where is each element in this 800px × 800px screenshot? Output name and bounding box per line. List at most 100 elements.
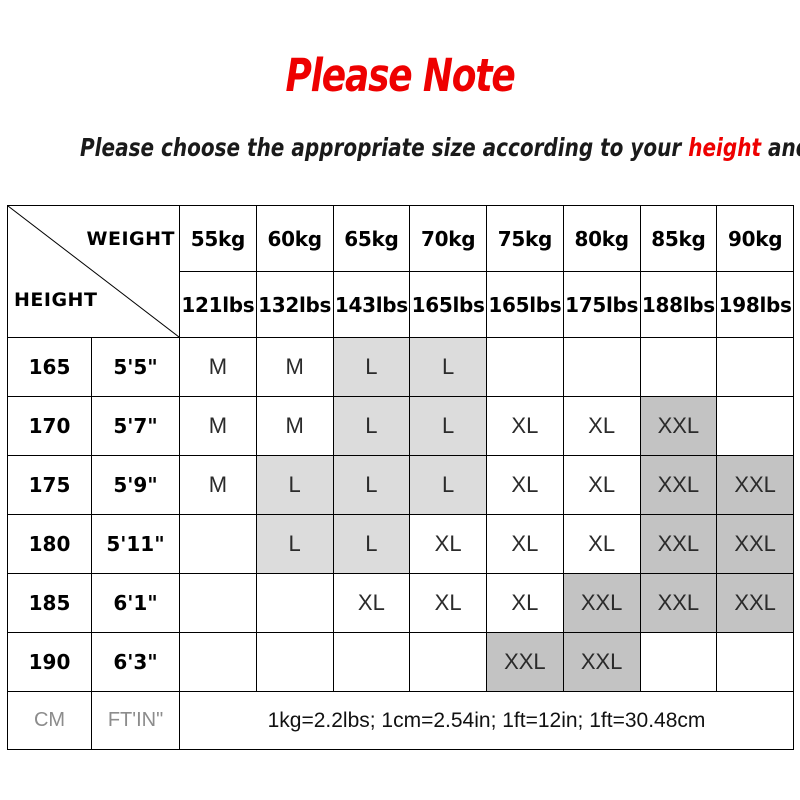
size-cell: XXL: [639, 396, 718, 456]
height-cm-value: 170: [7, 396, 92, 456]
size-cell: XXL: [562, 632, 641, 692]
footer-ftin-label: FT'IN": [91, 691, 180, 750]
page-subtitle: Please choose the appropriate size accor…: [80, 133, 800, 162]
weight-kg-header: 55kg: [179, 205, 257, 272]
height-cm-value: 175: [7, 455, 92, 515]
weight-lbs-header: 143lbs: [332, 271, 411, 338]
size-cell: [255, 573, 334, 633]
subtitle-highlight: height: [688, 133, 761, 162]
size-cell: XXL: [716, 573, 794, 633]
weight-lbs-header: 188lbs: [639, 271, 718, 338]
weight-kg-header: 80kg: [562, 205, 641, 272]
weight-lbs-header: 121lbs: [179, 271, 257, 338]
size-cell: XXL: [716, 455, 794, 515]
weight-kg-header: 75kg: [486, 205, 564, 272]
footer-row: CM FT'IN" 1kg=2.2lbs; 1cm=2.54in; 1ft=12…: [7, 691, 794, 750]
corner-header-cell: WEIGHT HEIGHT: [7, 205, 180, 338]
corner-height-label: HEIGHT: [14, 289, 98, 311]
size-cell: XL: [409, 514, 487, 574]
size-cell: XXL: [716, 514, 794, 574]
weight-kg-header: 70kg: [409, 205, 487, 272]
size-cell: XL: [486, 396, 564, 456]
size-cell: XL: [562, 514, 641, 574]
diagonal-divider-icon: [8, 206, 179, 337]
size-cell: L: [255, 514, 334, 574]
size-cell: L: [409, 396, 487, 456]
size-chart-table: WEIGHT HEIGHT 55kg 60kg 65kg 70kg 75kg 8…: [7, 205, 794, 750]
height-cm-value: 190: [7, 632, 92, 692]
size-cell: XXL: [486, 632, 564, 692]
subtitle-text: and: [767, 133, 800, 162]
footer-cm-label: CM: [7, 691, 92, 750]
size-cell: XL: [562, 455, 641, 515]
height-cm-value: 185: [7, 573, 92, 633]
size-cell: L: [255, 455, 334, 515]
height-ftin-value: 5'11": [91, 514, 180, 574]
size-cell: M: [179, 455, 257, 515]
size-cell: XL: [332, 573, 411, 633]
size-cell: L: [332, 455, 411, 515]
size-cell: [332, 632, 411, 692]
height-cm-value: 165: [7, 337, 92, 397]
size-cell: XXL: [639, 573, 718, 633]
size-cell: M: [255, 396, 334, 456]
size-chart-table-container: WEIGHT HEIGHT 55kg 60kg 65kg 70kg 75kg 8…: [7, 205, 794, 750]
size-cell: L: [409, 455, 487, 515]
weight-kg-header: 85kg: [639, 205, 718, 272]
table-row: 165 5'5" M M L L: [7, 337, 794, 397]
size-cell: [716, 396, 794, 456]
size-cell: [639, 632, 718, 692]
table-row: 190 6'3" XXL XXL: [7, 632, 794, 692]
size-cell: [179, 632, 257, 692]
table-row: 185 6'1" XL XL XL XXL XXL XXL: [7, 573, 794, 633]
size-cell: L: [332, 396, 411, 456]
table-row: 175 5'9" M L L L XL XL XXL XXL: [7, 455, 794, 515]
size-cell: XL: [486, 573, 564, 633]
table-row: 180 5'11" L L XL XL XL XXL XXL: [7, 514, 794, 574]
weight-lbs-header: 175lbs: [562, 271, 641, 338]
height-ftin-value: 5'9": [91, 455, 180, 515]
size-cell: XL: [486, 514, 564, 574]
size-cell: L: [332, 337, 411, 397]
size-chart-body: WEIGHT HEIGHT 55kg 60kg 65kg 70kg 75kg 8…: [7, 205, 794, 750]
size-cell: [409, 632, 487, 692]
height-ftin-value: 6'3": [91, 632, 180, 692]
page-title: Please Note: [285, 49, 515, 102]
size-cell: XXL: [639, 455, 718, 515]
size-cell: L: [332, 514, 411, 574]
size-cell: [486, 337, 564, 397]
weight-kg-header: 90kg: [716, 205, 794, 272]
conversion-note: 1kg=2.2lbs; 1cm=2.54in; 1ft=12in; 1ft=30…: [179, 691, 794, 750]
height-cm-value: 180: [7, 514, 92, 574]
size-cell: XL: [562, 396, 641, 456]
size-cell: M: [179, 337, 257, 397]
weight-kg-header: 65kg: [332, 205, 411, 272]
weight-lbs-header: 165lbs: [486, 271, 564, 338]
weight-lbs-header: 132lbs: [255, 271, 334, 338]
size-cell: M: [179, 396, 257, 456]
size-cell: [179, 573, 257, 633]
height-ftin-value: 5'7": [91, 396, 180, 456]
weight-kg-header: 60kg: [255, 205, 334, 272]
size-cell: [639, 337, 718, 397]
size-cell: XXL: [639, 514, 718, 574]
size-cell: L: [409, 337, 487, 397]
size-chart-page: Please Note Please choose the appropriat…: [0, 0, 800, 800]
size-cell: M: [255, 337, 334, 397]
size-cell: [255, 632, 334, 692]
size-cell: [716, 632, 794, 692]
height-ftin-value: 5'5": [91, 337, 180, 397]
size-cell: XXL: [562, 573, 641, 633]
header-row-kg: WEIGHT HEIGHT 55kg 60kg 65kg 70kg 75kg 8…: [7, 205, 794, 338]
weight-lbs-header: 198lbs: [716, 271, 794, 338]
size-cell: [179, 514, 257, 574]
size-cell: [716, 337, 794, 397]
weight-lbs-header: 165lbs: [409, 271, 487, 338]
size-cell: XL: [409, 573, 487, 633]
size-cell: XL: [486, 455, 564, 515]
height-ftin-value: 6'1": [91, 573, 180, 633]
size-cell: [562, 337, 641, 397]
corner-weight-label: WEIGHT: [86, 228, 175, 250]
subtitle-text: Please choose the appropriate size accor…: [80, 133, 689, 162]
table-row: 170 5'7" M M L L XL XL XXL: [7, 396, 794, 456]
